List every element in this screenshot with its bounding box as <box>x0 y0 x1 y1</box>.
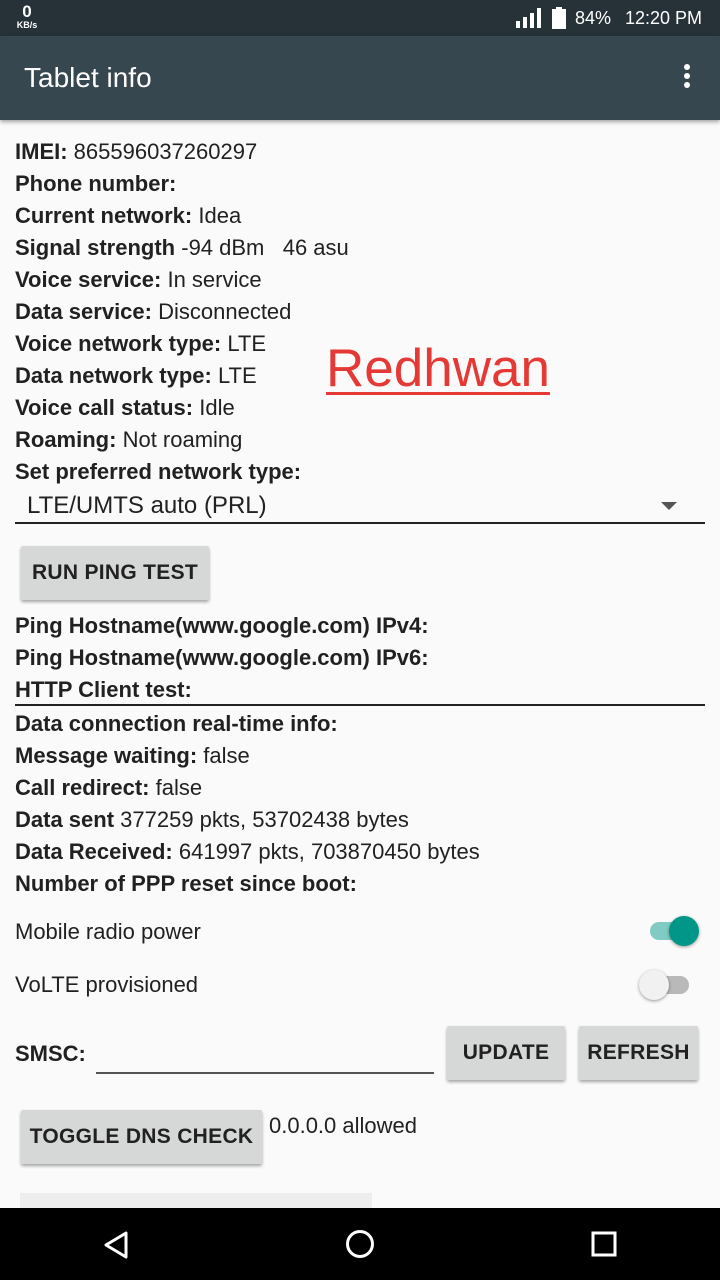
data-sent-row: Data sent 377259 pkts, 53702438 bytes <box>15 807 409 833</box>
call-redirect-row: Call redirect: false <box>15 775 202 801</box>
call-status-value: Idle <box>193 395 235 420</box>
msg-value: false <box>197 743 250 768</box>
roaming-row: Roaming: Not roaming <box>15 427 242 453</box>
voice-type-label: Voice network type: <box>15 331 222 356</box>
run-ping-test-button[interactable]: RUN PING TEST <box>21 546 209 600</box>
network-label: Current network: <box>15 203 193 228</box>
mobile-radio-label: Mobile radio power <box>15 919 201 944</box>
data-network-type-row: Data network type: LTE <box>15 363 257 389</box>
battery-icon <box>552 7 566 29</box>
message-waiting-row: Message waiting: false <box>15 743 250 769</box>
preferred-label: Set preferred network type: <box>15 459 302 484</box>
voice-network-type-row: Voice network type: LTE <box>15 331 266 357</box>
cellular-signal-icon <box>516 8 541 28</box>
imei-value: 865596037260297 <box>67 139 258 164</box>
dns-status: 0.0.0.0 allowed <box>269 1113 417 1138</box>
call-status-label: Voice call status: <box>15 395 194 420</box>
current-network-row: Current network: Idea <box>15 203 241 229</box>
redirect-label: Call redirect: <box>15 775 150 800</box>
home-icon[interactable] <box>344 1228 376 1260</box>
voice-service-row: Voice service: In service <box>15 267 262 293</box>
back-icon[interactable] <box>101 1230 131 1260</box>
update-button[interactable]: UPDATE <box>447 1026 565 1080</box>
ping-ipv6-label: Ping Hostname(www.google.com) IPv6: <box>15 645 429 670</box>
received-value: 641997 pkts, 703870450 bytes <box>172 839 480 864</box>
preferred-network-row: Set preferred network type: <box>15 459 301 485</box>
network-value: Idea <box>192 203 242 228</box>
network-speed: 0 KB/s <box>12 3 42 30</box>
spinner-selected-value: LTE/UMTS auto (PRL) <box>27 492 267 519</box>
realtime-info-row: Data connection real-time info: <box>15 711 338 737</box>
toggle-thumb <box>639 970 669 1000</box>
toggle-dns-check-button[interactable]: TOGGLE DNS CHECK <box>21 1110 262 1164</box>
sent-label: Data sent <box>15 807 115 832</box>
page-title: Tablet info <box>24 62 152 93</box>
http-client-label: HTTP Client test: <box>15 677 192 702</box>
data-type-label: Data network type: <box>15 363 212 388</box>
redirect-value: false <box>149 775 203 800</box>
speed-value: 0 <box>22 2 32 21</box>
realtime-label: Data connection real-time info: <box>15 711 338 736</box>
sent-value: 377259 pkts, 53702438 bytes <box>114 807 409 832</box>
data-type-value: LTE <box>211 363 257 388</box>
ping-ipv4-row: Ping Hostname(www.google.com) IPv4: <box>15 613 429 639</box>
voice-service-value: In service <box>161 267 262 292</box>
smsc-underline <box>96 1072 434 1074</box>
imei-row: IMEI: 865596037260297 <box>15 139 257 165</box>
ping-ipv4-label: Ping Hostname(www.google.com) IPv4: <box>15 613 429 638</box>
smsc-row: SMSC: <box>15 1041 86 1067</box>
app-bar: Tablet info <box>0 36 720 120</box>
phone-number-row: Phone number: <box>15 171 176 197</box>
data-received-row: Data Received: 641997 pkts, 703870450 by… <box>15 839 480 865</box>
http-client-row: HTTP Client test: <box>15 677 192 703</box>
roaming-value: Not roaming <box>116 427 243 452</box>
voice-service-label: Voice service: <box>15 267 162 292</box>
voice-call-status-row: Voice call status: Idle <box>15 395 235 421</box>
ppp-reset-row: Number of PPP reset since boot: <box>15 871 357 897</box>
phone-label: Phone number: <box>15 171 177 196</box>
roaming-label: Roaming: <box>15 427 117 452</box>
watermark-text: Redhwan <box>326 339 550 398</box>
volte-label: VoLTE provisioned <box>15 972 199 997</box>
smsc-label: SMSC: <box>15 1041 86 1066</box>
signal-strength-row: Signal strength -94 dBm 46 asu <box>15 235 349 261</box>
voice-type-value: LTE <box>221 331 267 356</box>
preferred-network-spinner[interactable]: LTE/UMTS auto (PRL) <box>15 488 705 524</box>
refresh-button[interactable]: REFRESH <box>579 1026 698 1080</box>
toggle-thumb <box>669 916 699 946</box>
data-service-row: Data service: Disconnected <box>15 299 291 325</box>
more-vert-icon[interactable] <box>672 62 702 92</box>
speed-unit: KB/s <box>16 20 38 30</box>
status-bar: 0 KB/s 84% 12:20 PM <box>0 0 720 36</box>
signal-value: -94 dBm 46 asu <box>175 235 349 260</box>
signal-label: Signal strength <box>15 235 176 260</box>
navigation-bar <box>0 1208 720 1280</box>
dropdown-arrow-icon <box>661 502 677 510</box>
data-service-value: Disconnected <box>151 299 292 324</box>
data-service-label: Data service: <box>15 299 152 324</box>
ppp-label: Number of PPP reset since boot: <box>15 871 357 896</box>
ping-ipv6-row: Ping Hostname(www.google.com) IPv6: <box>15 645 429 671</box>
divider <box>15 704 705 706</box>
clock: 12:20 PM <box>625 8 703 28</box>
recents-icon[interactable] <box>591 1231 617 1257</box>
msg-label: Message waiting: <box>15 743 198 768</box>
imei-label: IMEI: <box>15 139 68 164</box>
received-label: Data Received: <box>15 839 173 864</box>
battery-percent: 84% <box>575 8 612 28</box>
